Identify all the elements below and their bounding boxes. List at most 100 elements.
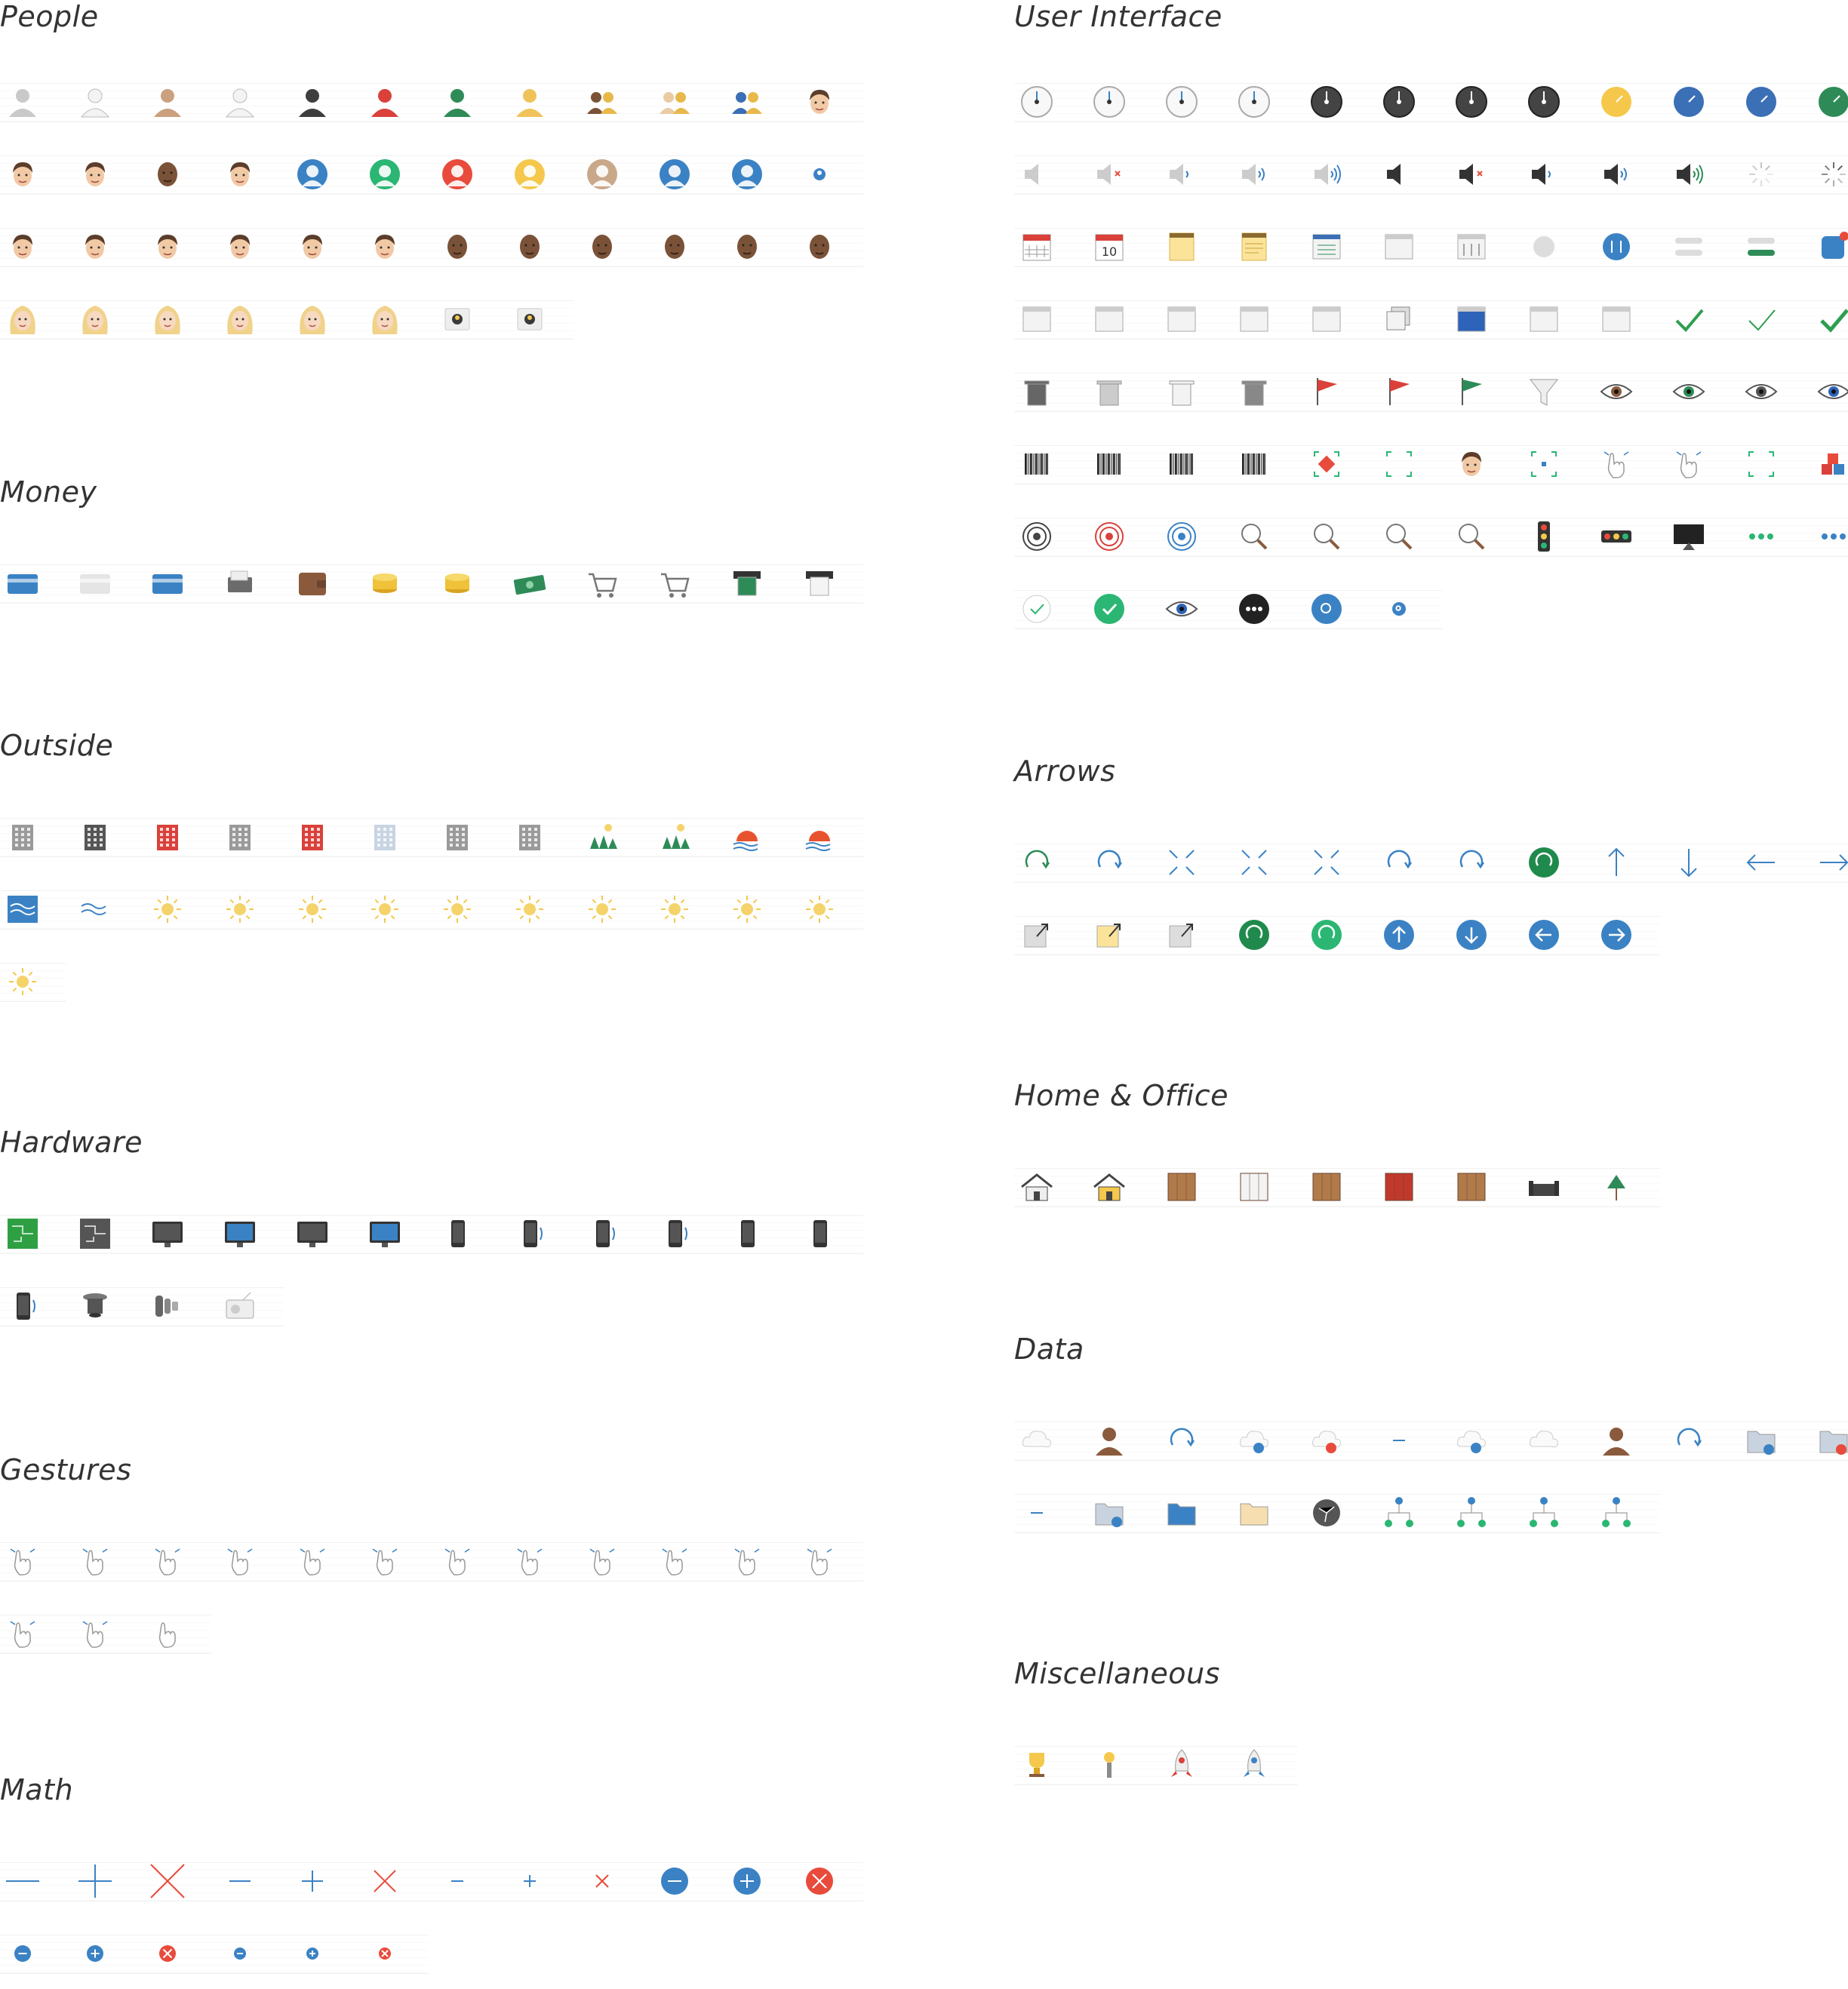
office-building-gray-icon xyxy=(217,814,263,859)
minus-large-icon xyxy=(0,1858,45,1904)
move-handles-icon xyxy=(1594,441,1639,487)
water-waves-icon xyxy=(72,887,118,932)
coin-stack-tall-icon xyxy=(435,561,480,606)
times-circle-red-icon xyxy=(797,1858,842,1904)
check-circle-green-icon xyxy=(1087,586,1132,632)
icon-row xyxy=(1014,898,1848,970)
flag-green-icon xyxy=(1449,369,1494,414)
gauge-white-4-icon xyxy=(1231,79,1277,125)
user-man-green-icon xyxy=(435,79,480,125)
forest-sun-icon xyxy=(652,814,697,859)
circuit-board-green-icon xyxy=(0,1211,45,1256)
face-blonde-woman-icon xyxy=(217,152,263,197)
user-woman-blonde-icon xyxy=(507,79,552,125)
section-title: Math xyxy=(0,1773,74,1806)
section-title: Gestures xyxy=(0,1453,132,1486)
plus-small-icon xyxy=(507,1858,552,1904)
svg-text:10: 10 xyxy=(1102,244,1117,259)
hand-two-finger-icon xyxy=(507,1539,552,1584)
speaker-cylinder-icon xyxy=(145,1283,190,1329)
plus-circle-small-icon xyxy=(72,1931,118,1976)
avatar-green-icon xyxy=(362,152,407,197)
office-building-dark-icon xyxy=(72,814,118,859)
network-globe-icon xyxy=(1304,1490,1349,1536)
sun-1-icon xyxy=(145,887,190,932)
section-title: Outside xyxy=(0,729,114,762)
folder-search-icon xyxy=(1739,1418,1784,1463)
atm-receipt-icon xyxy=(797,561,842,606)
user-dark-icon xyxy=(290,79,335,125)
check-green-bold-icon xyxy=(1811,297,1848,342)
switches-icon xyxy=(1666,224,1711,269)
notepad-lines-icon xyxy=(1231,224,1277,269)
face-woman-2-icon xyxy=(72,297,118,342)
sun-2-icon xyxy=(217,887,263,932)
times-medium-red-icon xyxy=(362,1858,407,1904)
search-circle-small-icon xyxy=(1376,586,1422,632)
icon-row xyxy=(1014,1150,1848,1222)
icon-row xyxy=(1014,65,1848,137)
icon-row xyxy=(1014,1476,1848,1548)
credit-cards-icon xyxy=(145,561,190,606)
cloud-add-icon xyxy=(1449,1418,1494,1463)
toggle-circle-blue-icon xyxy=(1594,224,1639,269)
folder-user-icon xyxy=(1594,1418,1639,1463)
section-hardware: Hardware xyxy=(0,1126,868,1342)
id-card-icon xyxy=(435,297,480,342)
hand-two-down-icon xyxy=(72,1611,118,1656)
monitor-dark-icon xyxy=(145,1211,190,1256)
icon-row xyxy=(1014,282,1848,355)
gauge-dark-1-icon xyxy=(1304,79,1349,125)
arrow-left-circle-icon xyxy=(1521,912,1567,958)
sun-7-icon xyxy=(580,887,625,932)
icon-row xyxy=(1014,825,1848,898)
qr-code-icon xyxy=(1087,441,1132,487)
icon-row xyxy=(0,137,868,210)
house-gray-icon xyxy=(1014,1164,1059,1210)
times-circle-small-icon xyxy=(145,1931,190,1976)
plus-medium-icon xyxy=(290,1858,335,1904)
speaker-light-mute-icon xyxy=(1087,152,1132,197)
toggles-icon xyxy=(1739,224,1784,269)
settings-sliders-gray-icon xyxy=(1521,224,1567,269)
windows-stack-4-icon xyxy=(1231,297,1277,342)
sunrise-sea-icon xyxy=(797,814,842,859)
hand-two-up-icon xyxy=(0,1611,45,1656)
windows-stack-5-icon xyxy=(1304,297,1349,342)
face-woman-5-icon xyxy=(290,297,335,342)
cloud-sync-icon xyxy=(1159,1418,1204,1463)
qr-scan-icon xyxy=(1159,441,1204,487)
arrow-right-icon xyxy=(1811,840,1848,885)
dots-green-icon xyxy=(1739,514,1784,559)
user-outline-white-icon xyxy=(217,79,263,125)
section-misc: Miscellaneous xyxy=(1014,1657,1848,1800)
water-waves-box-icon xyxy=(0,887,45,932)
icon-row xyxy=(1014,1728,1848,1800)
section-title: Data xyxy=(1014,1333,1084,1366)
smartphone-vibrate-icon xyxy=(507,1211,552,1256)
tower-building-icon xyxy=(435,814,480,859)
target-dark-icon xyxy=(1014,514,1059,559)
factory-icon xyxy=(507,814,552,859)
avatar-blue-man-icon xyxy=(724,152,770,197)
arrow-right-circle-icon xyxy=(1594,912,1639,958)
minus-circle-blue-icon xyxy=(652,1858,697,1904)
face-dark-1-icon xyxy=(435,224,480,269)
gauge-white-3-icon xyxy=(1159,79,1204,125)
windows-stack-1-icon xyxy=(1014,297,1059,342)
hand-two-press-icon xyxy=(652,1539,697,1584)
section-title: Hardware xyxy=(0,1126,143,1159)
repeat-arrows-icon xyxy=(1014,840,1059,885)
folder-minus-icon xyxy=(1014,1490,1059,1536)
icon-row xyxy=(0,1269,868,1342)
gauge-dark-4-icon xyxy=(1521,79,1567,125)
speaker-light-mid-icon xyxy=(1231,152,1277,197)
section-arrows: Arrows xyxy=(1014,755,1848,970)
trash-dark-icon xyxy=(1014,369,1059,414)
icon-row xyxy=(1014,500,1848,572)
credit-card-blue-icon xyxy=(0,561,45,606)
icon-row xyxy=(1014,137,1848,210)
shop-red-icon xyxy=(290,814,335,859)
sun-10-icon xyxy=(797,887,842,932)
icon-row: 10 xyxy=(1014,210,1848,282)
